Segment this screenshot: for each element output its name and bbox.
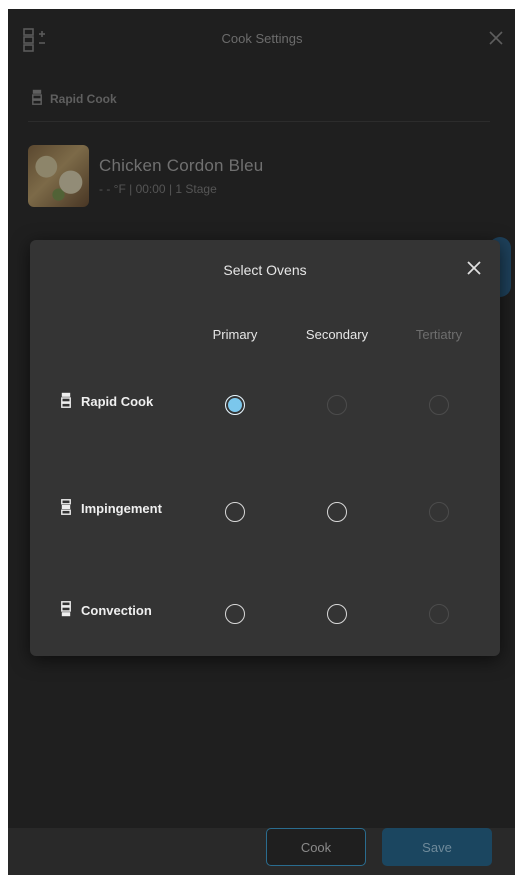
radio-impingement-primary[interactable]: [225, 502, 245, 522]
oven-icon: [61, 499, 71, 518]
recipe-thumbnail: [28, 145, 89, 207]
radio-impingement-tertiary: [429, 502, 449, 522]
row-convection: Convection: [61, 601, 152, 620]
radio-impingement-secondary[interactable]: [327, 502, 347, 522]
recipe-meta: - - °F | 00:00 | 1 Stage: [99, 182, 217, 196]
app-screen: Cook Settings Rapid Cook Chicken Cordon …: [8, 9, 515, 875]
radio-rapid-cook-primary[interactable]: [225, 395, 245, 415]
radio-convection-secondary[interactable]: [327, 604, 347, 624]
divider: [28, 121, 490, 122]
column-tertiary: Tertiatry: [415, 327, 463, 342]
oven-icon: [61, 392, 71, 411]
select-ovens-dialog: Select Ovens Primary Secondary Tertiatry…: [30, 240, 500, 656]
row-rapid-cook: Rapid Cook: [61, 392, 153, 411]
cook-button[interactable]: Cook: [266, 828, 366, 866]
column-primary: Primary: [212, 327, 258, 342]
row-label: Impingement: [81, 501, 162, 516]
close-icon[interactable]: [486, 28, 506, 48]
oven-icon: [32, 89, 42, 108]
save-button[interactable]: Save: [382, 828, 492, 866]
current-oven-label: Rapid Cook: [32, 89, 117, 108]
recipe-summary[interactable]: Chicken Cordon Bleu - - °F | 00:00 | 1 S…: [28, 145, 263, 207]
radio-rapid-cook-secondary: [327, 395, 347, 415]
recipe-name: Chicken Cordon Bleu: [99, 156, 264, 175]
top-bar: Cook Settings: [8, 9, 515, 71]
row-label: Convection: [81, 603, 152, 618]
radio-rapid-cook-tertiary: [429, 395, 449, 415]
recipe-info: Chicken Cordon Bleu - - °F | 00:00 | 1 S…: [99, 156, 263, 196]
current-oven-name: Rapid Cook: [50, 91, 117, 106]
row-impingement: Impingement: [61, 499, 162, 518]
radio-convection-tertiary: [429, 604, 449, 624]
radio-convection-primary[interactable]: [225, 604, 245, 624]
row-label: Rapid Cook: [81, 394, 154, 409]
dialog-title: Select Ovens: [223, 262, 307, 278]
dialog-close-icon[interactable]: [466, 260, 482, 276]
oven-icon: [61, 601, 71, 620]
column-secondary: Secondary: [305, 327, 369, 342]
page-title: Cook Settings: [221, 31, 303, 46]
